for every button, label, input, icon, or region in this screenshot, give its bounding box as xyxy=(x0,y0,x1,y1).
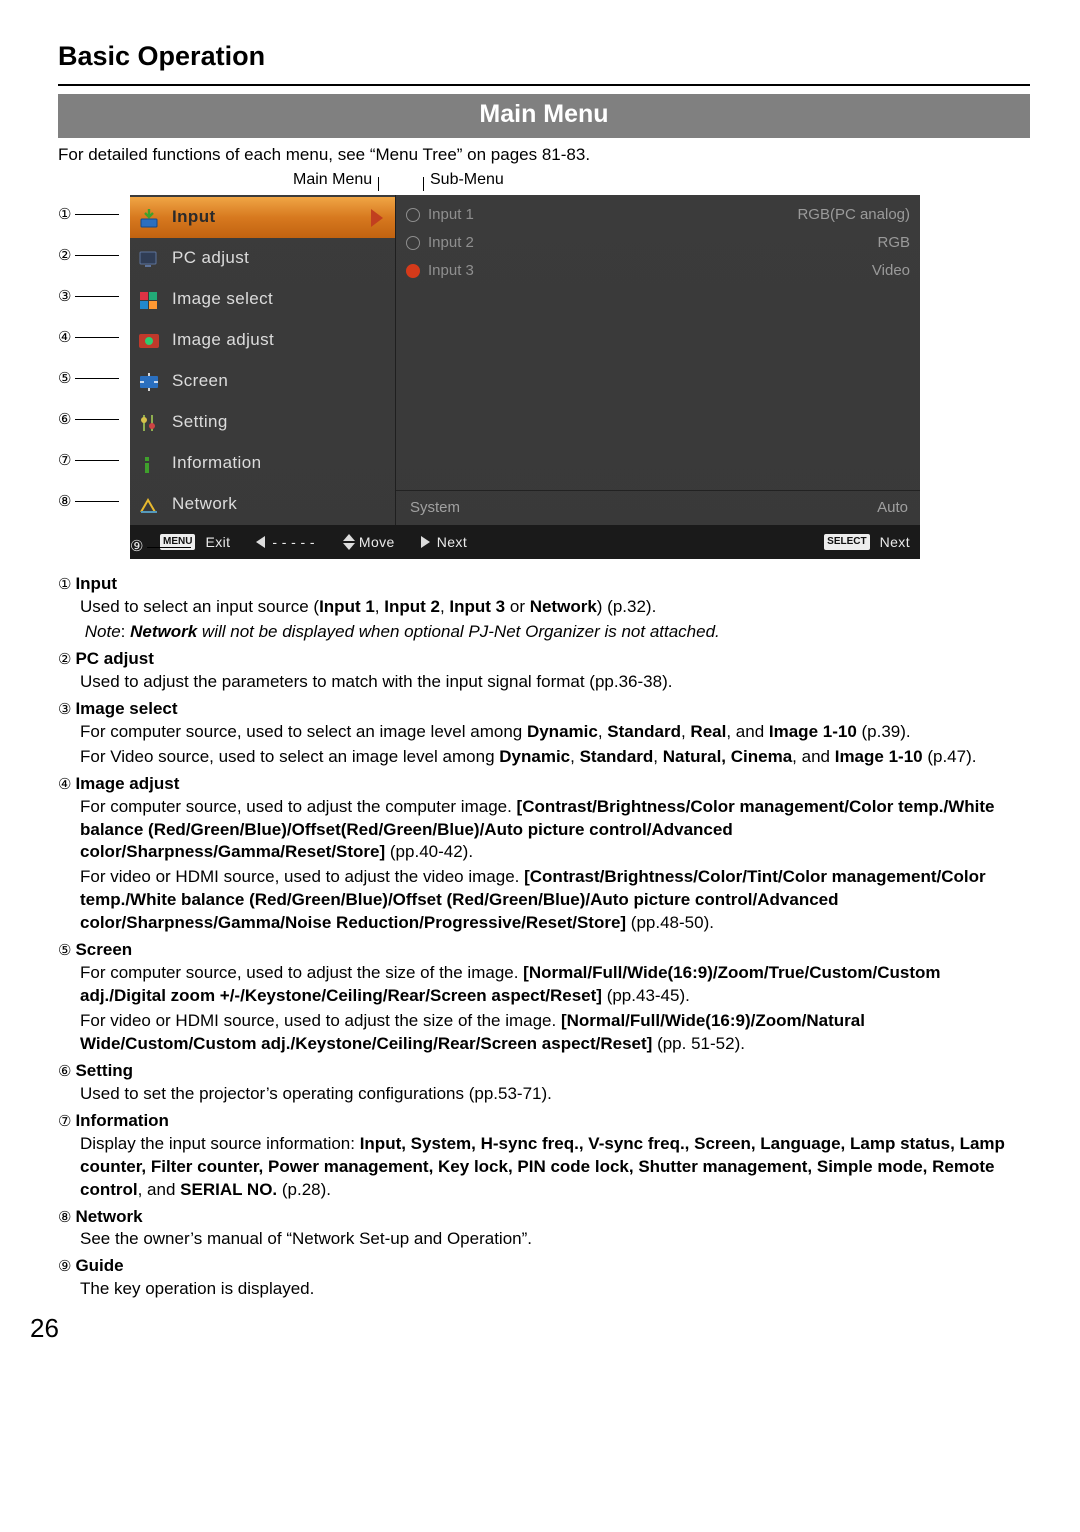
guide-select-next: SELECTNext xyxy=(824,533,910,552)
radio-checked-icon xyxy=(406,264,420,278)
guide-next: Next xyxy=(421,533,467,552)
menu-label: Setting xyxy=(172,411,228,434)
osd-screenshot: ① ② ③ ④ ⑤ ⑥ ⑦ ⑧ Input PC adjust xyxy=(58,195,1030,559)
page-number: 26 xyxy=(30,1311,1030,1346)
menu-item-setting[interactable]: Setting xyxy=(130,402,395,443)
menu-label: PC adjust xyxy=(172,247,249,270)
sub-item-input2[interactable]: Input 2 RGB xyxy=(406,229,910,257)
menu-label: Network xyxy=(172,493,237,516)
section-title: Basic Operation xyxy=(58,38,1030,74)
menu-item-information[interactable]: Information xyxy=(130,443,395,484)
radio-unchecked-icon xyxy=(406,208,420,222)
radio-unchecked-icon xyxy=(406,236,420,250)
guide-left: - - - - - xyxy=(256,533,314,552)
menu-item-pc-adjust[interactable]: PC adjust xyxy=(130,238,395,279)
information-icon xyxy=(136,453,162,475)
osd-guide-bar: MENUExit - - - - - Move Next SELECTNext xyxy=(130,525,920,559)
callout-guide: ⑨ xyxy=(130,537,191,557)
label-sub: Sub-Menu xyxy=(423,169,504,191)
image-adjust-icon xyxy=(136,330,162,352)
osd-main-menu: Input PC adjust Image select Image adjus… xyxy=(130,195,395,525)
system-row[interactable]: System Auto xyxy=(396,490,920,525)
numbered-callouts: ① ② ③ ④ ⑤ ⑥ ⑦ ⑧ xyxy=(58,203,119,513)
osd-sub-menu: Input 1 RGB(PC analog) Input 2 RGB Input… xyxy=(395,195,920,525)
setting-icon xyxy=(136,412,162,434)
triangle-updown-icon xyxy=(341,534,355,550)
osd-panel: Input PC adjust Image select Image adjus… xyxy=(130,195,920,559)
menu-label: Image select xyxy=(172,288,273,311)
triangle-right-icon xyxy=(421,536,430,548)
sub-item-input3[interactable]: Input 3 Video xyxy=(406,257,910,285)
menu-item-screen[interactable]: Screen xyxy=(130,361,395,402)
menu-label: Information xyxy=(172,452,261,475)
input-icon xyxy=(136,207,162,229)
menu-label: Input xyxy=(172,206,216,229)
label-main: Main Menu xyxy=(293,169,379,191)
arrow-right-icon xyxy=(371,209,383,227)
intro-text: For detailed functions of each menu, see… xyxy=(58,144,1030,167)
menu-label: Image adjust xyxy=(172,329,274,352)
screen-icon xyxy=(136,371,162,393)
labels-row: Main Menu Sub-Menu xyxy=(58,169,1030,191)
sub-item-input1[interactable]: Input 1 RGB(PC analog) xyxy=(406,201,910,229)
menu-item-network[interactable]: Network xyxy=(130,484,395,525)
menu-item-input[interactable]: Input xyxy=(130,197,395,238)
menu-label: Screen xyxy=(172,370,228,393)
image-select-icon xyxy=(136,289,162,311)
descriptions: ①Input Used to select an input source (I… xyxy=(58,573,1030,1301)
pc-adjust-icon xyxy=(136,248,162,270)
network-icon xyxy=(136,494,162,516)
guide-move: Move xyxy=(341,533,395,552)
menu-item-image-adjust[interactable]: Image adjust xyxy=(130,320,395,361)
triangle-left-icon xyxy=(256,536,265,548)
rule xyxy=(58,84,1030,86)
subsection-banner: Main Menu xyxy=(58,94,1030,138)
menu-item-image-select[interactable]: Image select xyxy=(130,279,395,320)
